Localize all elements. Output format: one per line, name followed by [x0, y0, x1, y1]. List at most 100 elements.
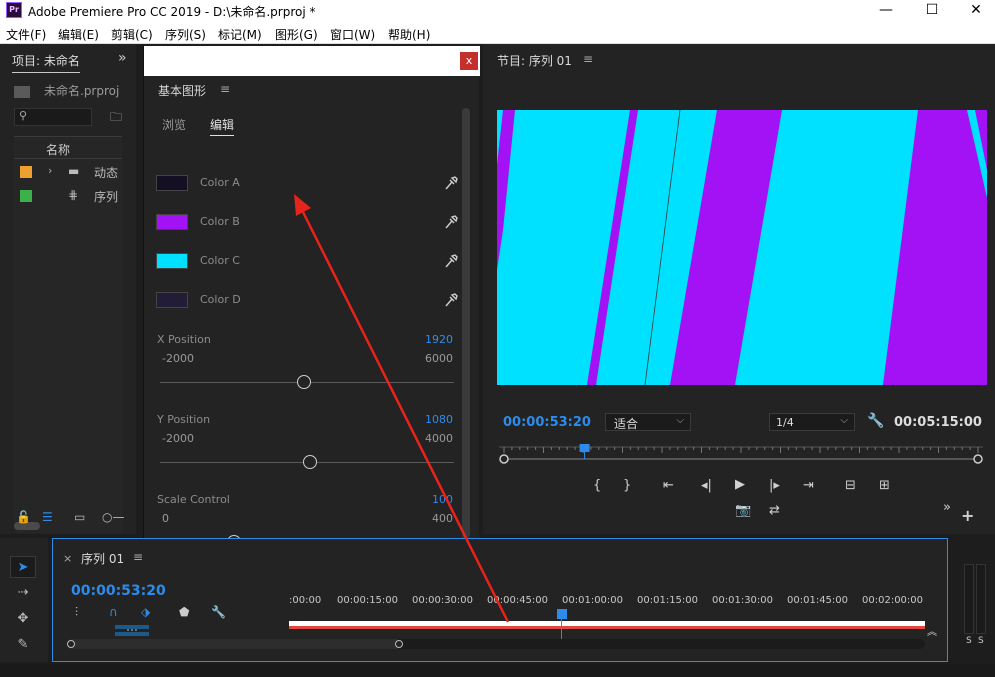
list-item[interactable]: ⋕ 序列 — [14, 185, 122, 209]
zoom-level-select[interactable]: 适合 ⌵ — [605, 413, 691, 431]
ripple-edit-tool-icon[interactable]: ✥ — [10, 608, 36, 630]
eyedropper-icon[interactable] — [444, 292, 458, 308]
lock-icon[interactable]: 🔓 — [16, 510, 31, 524]
vertical-scrollbar-thumb[interactable] — [462, 108, 470, 538]
menu-clip[interactable]: 剪辑(C) — [111, 26, 153, 43]
extract-icon[interactable]: ⊞ — [879, 478, 890, 493]
color-control-b: Color B — [156, 214, 458, 234]
maximize-icon[interactable]: ☐ — [909, 0, 955, 22]
tab-project[interactable]: 项目: 未命名 — [12, 52, 80, 73]
menu-graphics[interactable]: 图形(G) — [275, 26, 318, 43]
step-forward-icon[interactable]: |▸ — [769, 478, 780, 493]
timeline-scrollbar-thumb[interactable] — [67, 639, 401, 649]
razor-tool-icon[interactable]: ✎ — [10, 634, 36, 656]
label-color-swatch — [20, 190, 32, 202]
mark-in-icon[interactable]: { — [593, 478, 601, 493]
insert-nest-icon[interactable]: ⫶ — [75, 605, 78, 620]
play-icon[interactable]: ▶ — [735, 477, 745, 492]
color-swatch[interactable] — [156, 175, 188, 191]
program-playhead[interactable] — [579, 444, 590, 459]
timeline-timecode[interactable]: 00:00:53:20 — [71, 583, 166, 599]
tick-label: 00:00:30:00 — [412, 595, 474, 606]
timeline-playhead[interactable] — [557, 609, 567, 619]
y-position-slider-thumb[interactable] — [302, 455, 317, 469]
list-view-icon[interactable]: ☰ — [42, 510, 53, 524]
color-label: Color C — [200, 254, 240, 267]
menu-sequence[interactable]: 序列(S) — [165, 26, 206, 43]
video-preview[interactable] — [497, 110, 987, 385]
timeline-time-ruler[interactable]: :00:00 00:00:15:00 00:00:30:00 00:00:45:… — [289, 595, 925, 615]
program-monitor-title[interactable]: 节目: 序列 01 — [497, 52, 572, 69]
tick-label: 00:01:30:00 — [712, 595, 774, 606]
zoom-slider-knob[interactable]: ○— — [102, 510, 124, 524]
color-swatch[interactable] — [156, 253, 188, 269]
audio-meters: S S — [962, 560, 990, 660]
color-swatch[interactable] — [156, 292, 188, 308]
tab-edit[interactable]: 编辑 — [210, 116, 235, 136]
list-item[interactable]: › ▬ 动态 — [14, 161, 122, 185]
lift-icon[interactable]: ⊟ — [845, 478, 856, 493]
color-swatch[interactable] — [156, 214, 188, 230]
close-button[interactable]: x — [460, 52, 478, 70]
y-position-max: 4000 — [425, 432, 453, 445]
export-frame-camera-icon[interactable]: 📷 — [735, 503, 751, 518]
label-color-swatch — [20, 166, 32, 178]
solo-button-left[interactable]: S — [966, 636, 972, 646]
panel-menu-icon[interactable]: ≡ — [220, 82, 230, 96]
step-back-icon[interactable]: ◂| — [701, 478, 712, 493]
menu-edit[interactable]: 编辑(E) — [58, 26, 99, 43]
eyedropper-icon[interactable] — [444, 253, 458, 269]
tab-browse[interactable]: 浏览 — [162, 116, 186, 133]
x-position-slider-thumb[interactable] — [297, 375, 312, 389]
track-height-toggle-icon[interactable]: ︽ — [927, 623, 937, 638]
x-position-label: X Position — [157, 333, 211, 346]
selection-tool-icon[interactable]: ➤ — [10, 556, 36, 578]
go-to-out-icon[interactable]: ⇥ — [803, 478, 814, 493]
color-control-a: Color A — [156, 175, 458, 195]
chevron-right-icon[interactable]: › — [48, 164, 52, 177]
close-sequence-tab-icon[interactable]: × — [63, 552, 72, 565]
mark-out-icon[interactable]: } — [623, 478, 631, 493]
tick-label: 00:00:45:00 — [487, 595, 549, 606]
panel-expand-icon[interactable]: » — [118, 50, 127, 66]
eyedropper-icon[interactable] — [444, 175, 458, 191]
minimize-icon[interactable]: — — [863, 0, 909, 22]
program-timecode[interactable]: 00:00:53:20 — [503, 415, 591, 430]
menu-file[interactable]: 文件(F) — [6, 26, 46, 43]
track-select-tool-icon[interactable]: ⇢ — [10, 582, 36, 604]
y-position-value[interactable]: 1080 — [425, 413, 453, 426]
column-header-name[interactable]: 名称 — [14, 139, 122, 159]
menu-help[interactable]: 帮助(H) — [388, 26, 430, 43]
x-position-value[interactable]: 1920 — [425, 333, 453, 346]
linked-selection-icon[interactable]: ⬗ — [141, 605, 150, 619]
timeline-settings-wrench-icon[interactable]: 🔧 — [211, 605, 226, 619]
menu-window[interactable]: 窗口(W) — [330, 26, 375, 43]
tick-label: 00:01:45:00 — [787, 595, 849, 606]
scale-control-value[interactable]: 100 — [432, 493, 453, 506]
menu-marker[interactable]: 标记(M) — [218, 26, 262, 43]
status-bar — [0, 664, 995, 677]
work-area-bar[interactable] — [289, 621, 925, 629]
tab-sequence[interactable]: 序列 01 — [81, 550, 124, 567]
panel-title: 基本图形 — [158, 84, 207, 98]
scroll-zoom-handle-left[interactable] — [67, 640, 75, 648]
solo-button-right[interactable]: S — [978, 636, 984, 646]
add-marker-icon[interactable]: ⬟ — [179, 605, 189, 619]
icon-view-icon[interactable]: ▭ — [74, 510, 85, 524]
go-to-in-icon[interactable]: ⇤ — [663, 478, 674, 493]
add-button-icon[interactable]: + — [961, 506, 974, 525]
track-header-graphic — [115, 625, 149, 637]
program-time-ruler[interactable] — [499, 444, 983, 468]
snap-magnet-icon[interactable]: ∩ — [109, 605, 118, 619]
find-bin-icon[interactable]: 🗀 — [110, 108, 122, 129]
close-icon[interactable]: ✕ — [953, 0, 995, 22]
playback-resolution-select[interactable]: 1/4 ⌵ — [769, 413, 855, 431]
wrench-icon[interactable]: 🔧 — [867, 413, 884, 429]
scroll-zoom-handle-right[interactable] — [395, 640, 403, 648]
panel-menu-icon[interactable]: ≡ — [133, 550, 143, 564]
panel-menu-icon[interactable]: ≡ — [583, 52, 593, 66]
project-search-input[interactable]: ⚲ — [14, 108, 92, 126]
button-editor-overflow-icon[interactable]: » — [943, 500, 951, 515]
comparison-view-icon[interactable]: ⇄ — [769, 503, 780, 518]
eyedropper-icon[interactable] — [444, 214, 458, 230]
